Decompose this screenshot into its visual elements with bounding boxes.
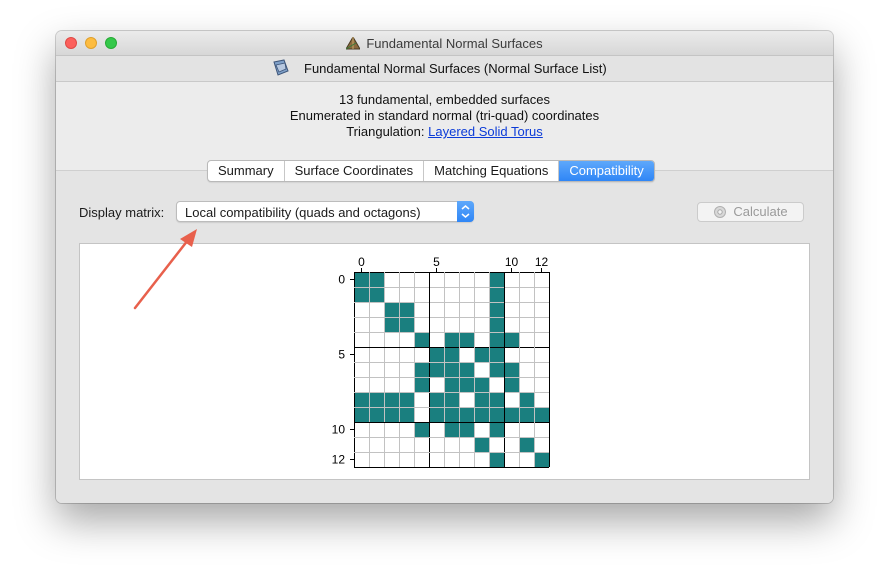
matrix-cell-filled	[429, 392, 444, 407]
matrix-cell-filled	[474, 347, 489, 362]
matrix-cell-filled	[444, 422, 459, 437]
matrix-col-label: 12	[535, 255, 549, 269]
matrix-cell-filled	[444, 407, 459, 422]
matrix-cell-filled	[429, 347, 444, 362]
matrix-cell-filled	[504, 407, 519, 422]
matrix-cell-filled	[384, 302, 399, 317]
display-matrix-select[interactable]: Local compatibility (quads and octagons)	[176, 201, 474, 222]
matrix-cell-filled	[534, 407, 549, 422]
matrix-cell-filled	[369, 287, 384, 302]
matrix-cell-filled	[399, 317, 414, 332]
tab-matching-equations[interactable]: Matching Equations	[424, 161, 560, 181]
matrix-cell-filled	[489, 392, 504, 407]
surface-info: 13 fundamental, embedded surfaces Enumer…	[56, 92, 833, 140]
matrix-cell-filled	[384, 317, 399, 332]
matrix-cell-filled	[489, 332, 504, 347]
matrix-cell-filled	[384, 407, 399, 422]
matrix-col-label: 5	[433, 255, 440, 269]
matrix-cell-filled	[519, 437, 534, 452]
triangulation-line: Triangulation: Layered Solid Torus	[56, 124, 833, 140]
gear-icon	[713, 205, 727, 224]
triangulation-label: Triangulation:	[346, 124, 425, 139]
matrix-cell-filled	[414, 377, 429, 392]
surface-count-line: 13 fundamental, embedded surfaces	[338, 92, 551, 107]
matrix-cell-filled	[414, 422, 429, 437]
compatibility-matrix: 00 5 5 10 10 12 12	[332, 255, 550, 468]
matrix-cell-filled	[489, 272, 504, 287]
matrix-cell-filled	[474, 377, 489, 392]
matrix-cell-filled	[429, 407, 444, 422]
matrix-col-label: 0	[358, 255, 365, 269]
matrix-cell-filled	[429, 362, 444, 377]
matrix-cell-filled	[519, 392, 534, 407]
chevron-up-down-icon	[457, 201, 474, 222]
tab-bar: Summary Surface Coordinates Matching Equ…	[207, 160, 655, 182]
matrix-cell-filled	[504, 377, 519, 392]
compatibility-matrix-view: 0 0 5 5 10 10 12 12	[79, 243, 810, 480]
matrix-cell-filled	[489, 452, 504, 467]
triangulation-link[interactable]: Layered Solid Torus	[428, 124, 543, 139]
matrix-row-label: 12	[332, 453, 346, 467]
matrix-cell-filled	[489, 287, 504, 302]
window-title: Fundamental Normal Surfaces	[56, 36, 833, 53]
matrix-cell-filled	[399, 392, 414, 407]
matrix-cell-filled	[354, 407, 369, 422]
matrix-cell-filled	[399, 302, 414, 317]
packet-header: Fundamental Normal Surfaces (Normal Surf…	[56, 56, 833, 82]
tab-compatibility[interactable]: Compatibility	[559, 161, 654, 181]
matrix-row-label: 10	[332, 423, 346, 437]
matrix-cell-filled	[459, 422, 474, 437]
matrix-cell-filled	[399, 407, 414, 422]
matrix-cell-filled	[354, 272, 369, 287]
title-bar[interactable]: Fundamental Normal Surfaces	[56, 31, 833, 56]
packet-title: Fundamental Normal Surfaces (Normal Surf…	[304, 61, 607, 76]
matrix-cell-filled	[489, 317, 504, 332]
matrix-cell-filled	[444, 392, 459, 407]
matrix-cell-filled	[504, 332, 519, 347]
matrix-cell-filled	[459, 362, 474, 377]
calculate-label: Calculate	[733, 204, 788, 219]
matrix-cell-filled	[489, 362, 504, 377]
matrix-col-label: 10	[505, 255, 519, 269]
compatibility-window: Fundamental Normal Surfaces Fundamental …	[56, 31, 833, 503]
matrix-cell-filled	[474, 437, 489, 452]
matrix-cell-filled	[519, 407, 534, 422]
matrix-cell-filled	[354, 287, 369, 302]
matrix-cell-filled	[384, 392, 399, 407]
coordinates-line: Enumerated in standard normal (tri-quad)…	[289, 108, 600, 123]
display-matrix-value: Local compatibility (quads and octagons)	[185, 205, 421, 220]
matrix-cell-filled	[489, 422, 504, 437]
matrix-cell-filled	[444, 347, 459, 362]
display-matrix-label: Display matrix:	[79, 205, 165, 220]
matrix-cell-filled	[489, 302, 504, 317]
matrix-cell-filled	[459, 407, 474, 422]
matrix-cell-filled	[504, 362, 519, 377]
matrix-cell-filled	[444, 377, 459, 392]
calculate-button[interactable]: Calculate	[697, 202, 804, 222]
matrix-cell-filled	[369, 407, 384, 422]
matrix-cell-filled	[414, 332, 429, 347]
matrix-row-label: 5	[338, 348, 345, 362]
regina-app-icon	[345, 36, 362, 53]
matrix-cell-filled	[459, 332, 474, 347]
window-title-text: Fundamental Normal Surfaces	[366, 36, 543, 51]
matrix-cell-filled	[474, 392, 489, 407]
matrix-cell-filled	[474, 407, 489, 422]
matrix-row-label: 0	[338, 273, 345, 287]
matrix-cell-filled	[534, 452, 549, 467]
surface-list-icon	[272, 59, 290, 80]
matrix-cell-filled	[489, 407, 504, 422]
matrix-cell-filled	[414, 362, 429, 377]
matrix-cell-filled	[369, 272, 384, 287]
tab-surface-coordinates[interactable]: Surface Coordinates	[285, 161, 425, 181]
matrix-cell-filled	[444, 332, 459, 347]
matrix-cell-filled	[459, 377, 474, 392]
matrix-cell-filled	[354, 392, 369, 407]
tab-summary[interactable]: Summary	[208, 161, 285, 181]
matrix-cell-filled	[369, 392, 384, 407]
matrix-cell-filled	[489, 347, 504, 362]
matrix-cell-filled	[444, 362, 459, 377]
